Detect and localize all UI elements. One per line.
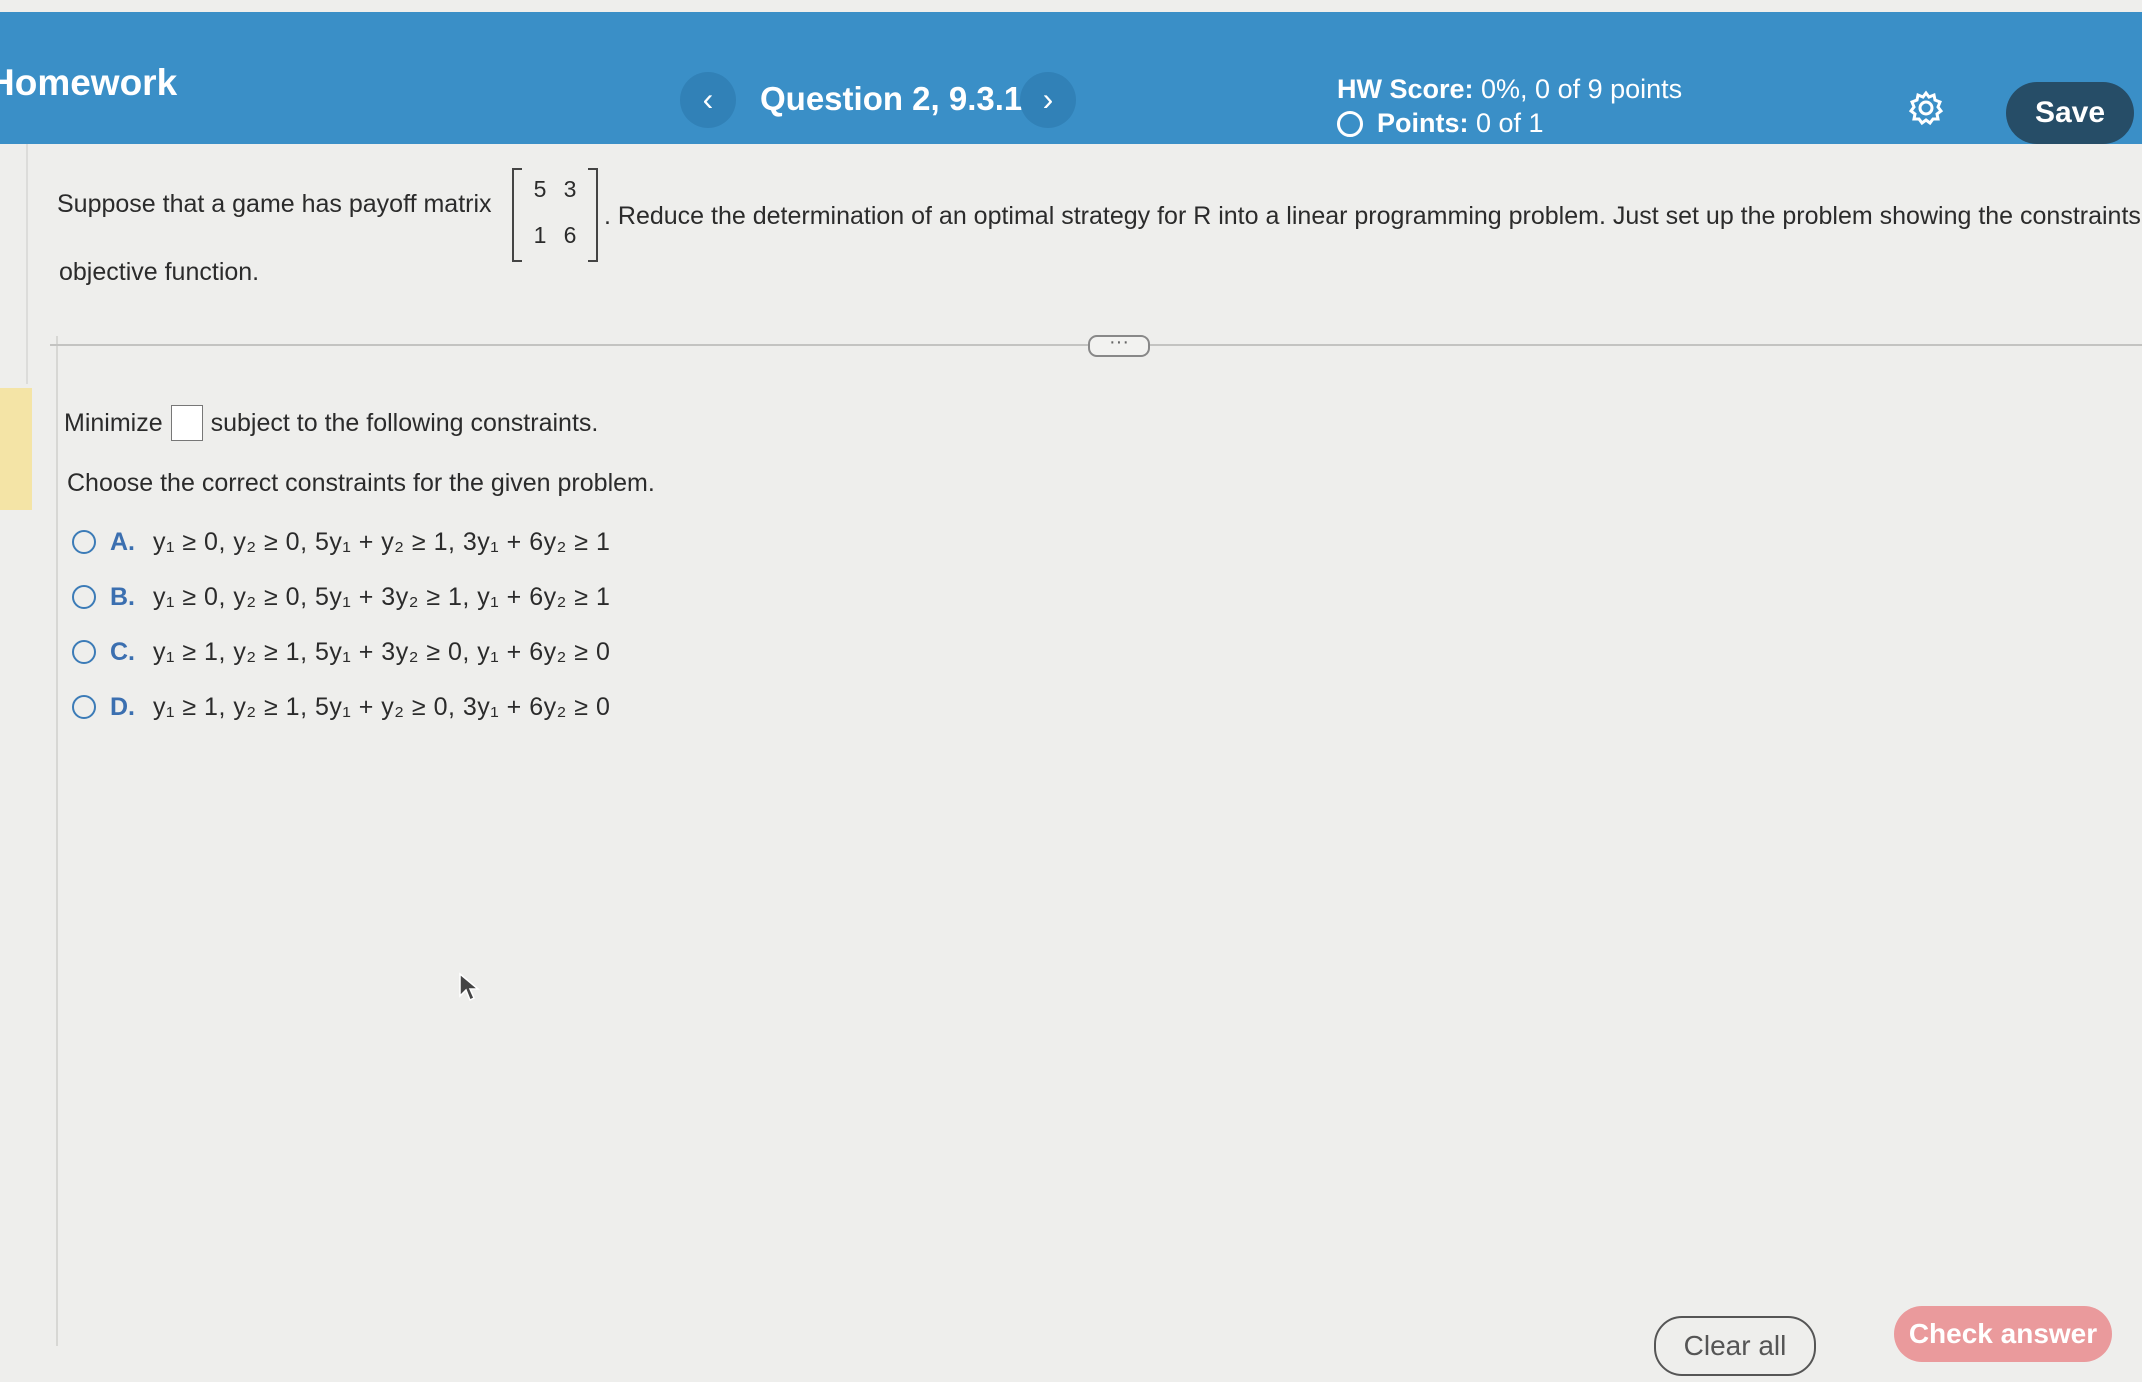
check-answer-button[interactable]: Check answer [1894, 1306, 2112, 1362]
chevron-right-icon: › [1042, 81, 1054, 117]
chevron-left-icon: ‹ [702, 81, 714, 117]
previous-question-button[interactable]: ‹ [680, 72, 736, 128]
save-button[interactable]: Save [2006, 82, 2134, 144]
radio-button[interactable] [72, 585, 96, 609]
option-letter: A. [110, 528, 135, 556]
points-label: Points: [1377, 108, 1469, 138]
question-marker [0, 388, 32, 510]
hw-score-value: 0%, 0 of 9 points [1473, 74, 1683, 104]
matrix-cell: 1 [533, 222, 547, 248]
problem-prompt-middle: . Reduce the determination of an optimal… [604, 202, 2142, 230]
radio-button[interactable] [72, 695, 96, 719]
objective-input[interactable] [170, 405, 203, 441]
payoff-matrix: 5 3 1 6 [512, 168, 598, 262]
option-b[interactable]: B. y₁ ≥ 0, y₂ ≥ 0, 5y₁ + 3y₂ ≥ 1, y₁ + 6y… [72, 583, 610, 612]
matrix-bracket-right [588, 168, 598, 262]
next-question-button[interactable]: › [1020, 72, 1076, 128]
problem-prompt-start: Suppose that a game has payoff matrix [57, 190, 492, 218]
option-text: y₁ ≥ 0, y₂ ≥ 0, 5y₁ + 3y₂ ≥ 1, y₁ + 6y₂ … [153, 583, 611, 611]
points-value: 0 of 1 [1468, 108, 1544, 138]
option-a[interactable]: A. y₁ ≥ 0, y₂ ≥ 0, 5y₁ + y₂ ≥ 1, 3y₁ + 6y… [72, 528, 610, 557]
points-status: Points: 0 of 1 [1337, 108, 1544, 139]
option-c[interactable]: C. y₁ ≥ 1, y₂ ≥ 1, 5y₁ + 3y₂ ≥ 0, y₁ + 6y… [72, 638, 610, 667]
option-letter: B. [110, 583, 135, 611]
minimize-suffix: subject to the following constraints. [210, 409, 599, 437]
option-d[interactable]: D. y₁ ≥ 1, y₂ ≥ 1, 5y₁ + y₂ ≥ 0, 3y₁ + 6y… [72, 693, 610, 722]
option-letter: D. [110, 693, 135, 721]
homework-title: Homework [0, 62, 178, 103]
panel-edge [26, 144, 28, 384]
matrix-cell: 3 [563, 176, 577, 202]
option-text: y₁ ≥ 1, y₂ ≥ 1, 5y₁ + 3y₂ ≥ 0, y₁ + 6y₂ … [153, 638, 611, 666]
minimize-label: Minimize [64, 409, 163, 437]
problem-prompt-end: objective function. [59, 258, 260, 286]
hw-score: HW Score: 0%, 0 of 9 points [1337, 74, 1682, 105]
option-text: y₁ ≥ 1, y₂ ≥ 1, 5y₁ + y₂ ≥ 0, 3y₁ + 6y₂ … [153, 693, 611, 721]
option-text: y₁ ≥ 0, y₂ ≥ 0, 5y₁ + y₂ ≥ 1, 3y₁ + 6y₂ … [153, 528, 611, 556]
more-options-handle[interactable]: ··· [1088, 332, 1150, 357]
circle-icon [1337, 111, 1363, 137]
radio-button[interactable] [72, 640, 96, 664]
matrix-bracket-left [512, 168, 522, 262]
option-letter: C. [110, 638, 135, 666]
mouse-cursor-icon [459, 972, 481, 1002]
choose-instruction: Choose the correct constraints for the g… [67, 469, 655, 497]
minimize-statement: Minimize subject to the following constra… [64, 405, 598, 441]
matrix-cell: 5 [533, 176, 547, 202]
top-bar: Homework ‹ Question 2, 9.3.1 › HW Score:… [0, 12, 2142, 144]
matrix-cell: 6 [563, 222, 577, 248]
hw-score-label: HW Score: [1337, 74, 1474, 104]
panel-edge-lower [56, 336, 58, 1346]
gear-icon[interactable] [1908, 90, 1944, 126]
clear-all-button[interactable]: Clear all [1654, 1316, 1816, 1376]
question-title: Question 2, 9.3.1 [760, 80, 1023, 117]
radio-button[interactable] [72, 530, 96, 554]
